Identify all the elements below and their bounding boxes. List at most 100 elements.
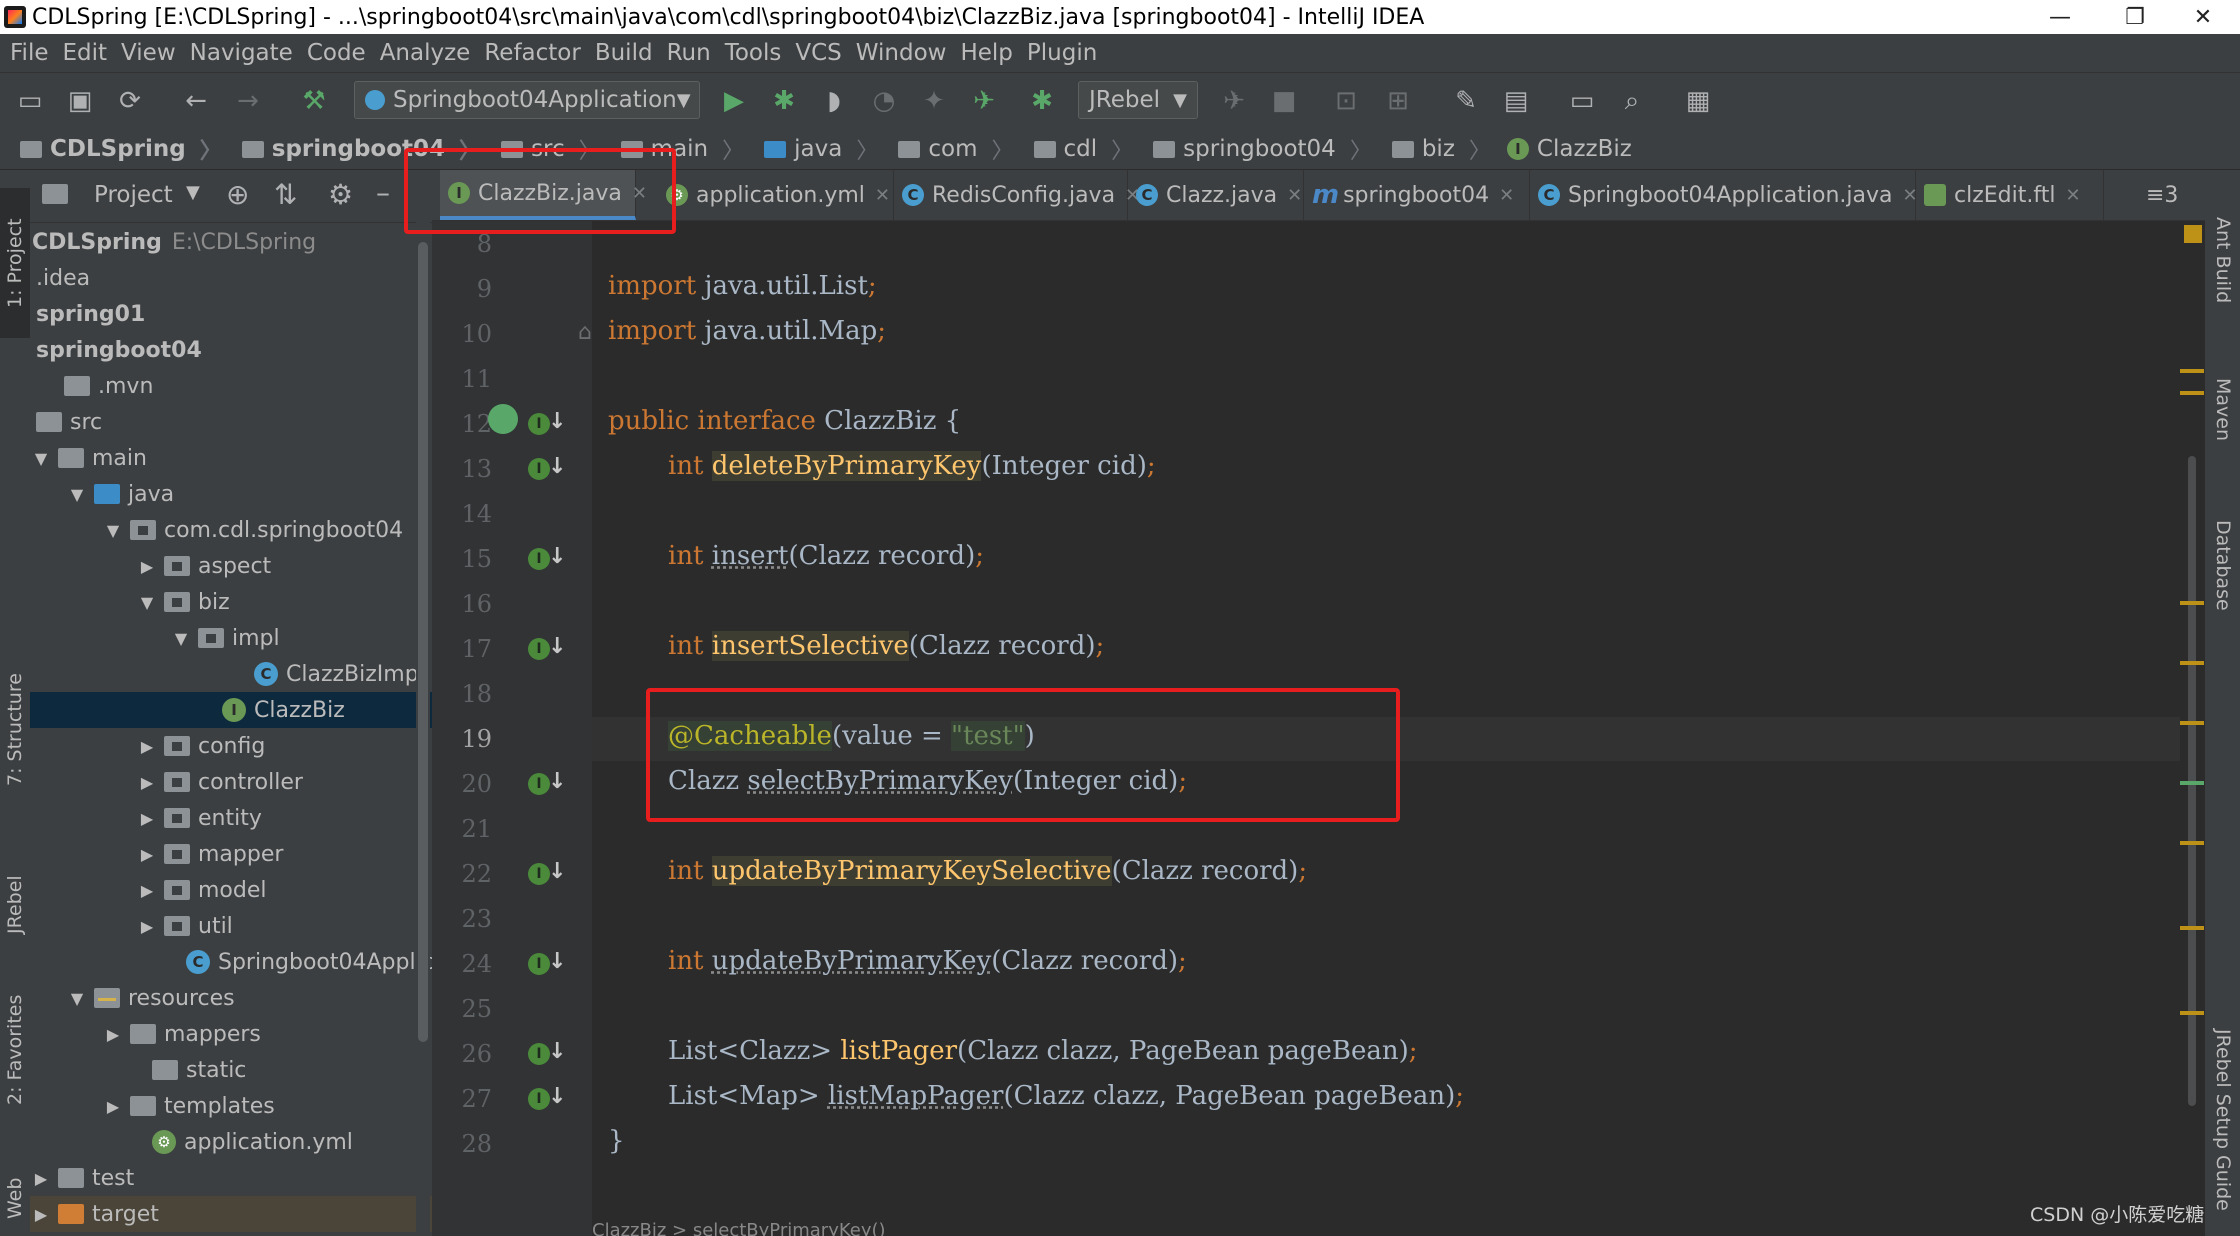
- tree-item[interactable]: ▶ entity: [30, 800, 432, 836]
- menu-run[interactable]: Run: [667, 40, 711, 66]
- tab-clzedit-ftl[interactable]: clzEdit.ftl ✕: [1916, 170, 2104, 220]
- tree-item[interactable]: ▶ model: [30, 872, 432, 908]
- expand-arrow-icon[interactable]: ▼: [102, 521, 124, 540]
- close-icon[interactable]: ✕: [1499, 185, 1514, 206]
- tool-tab-jrebel-setup-guide[interactable]: JRebel Setup Guide: [2208, 1010, 2238, 1230]
- crumb-cdl[interactable]: cdl 〉: [1014, 133, 1133, 165]
- crumb-clazzbiz[interactable]: I ClazzBiz: [1491, 136, 1632, 162]
- tree-item[interactable]: ▶ mappers: [30, 1016, 432, 1052]
- tree-item[interactable]: ▶ aspect: [30, 548, 432, 584]
- run-icon[interactable]: ▶: [718, 85, 750, 117]
- implemented-gutter-icon[interactable]: I: [528, 949, 566, 975]
- attach-icon[interactable]: ✦: [918, 85, 950, 117]
- sync-icon[interactable]: ⟳: [114, 85, 146, 117]
- tree-item[interactable]: src: [30, 404, 432, 440]
- tool-tab-database[interactable]: Database: [2208, 490, 2238, 640]
- presentation-icon[interactable]: ▦: [1682, 85, 1714, 117]
- forward-icon[interactable]: →: [232, 85, 264, 117]
- back-icon[interactable]: ←: [180, 85, 212, 117]
- menu-tools[interactable]: Tools: [725, 40, 782, 66]
- tab-redisconfig[interactable]: C RedisConfig.java ✕: [894, 170, 1140, 220]
- close-window-button[interactable]: ✕: [2168, 0, 2238, 34]
- error-stripe-mark[interactable]: [2180, 601, 2204, 605]
- close-icon[interactable]: ✕: [875, 185, 890, 206]
- tab-application-yml[interactable]: ⚙ application.yml ✕: [658, 170, 894, 220]
- menu-plugin[interactable]: Plugin: [1027, 40, 1097, 66]
- tab-springboot04-pom[interactable]: m springboot04 ✕: [1304, 170, 1530, 220]
- menu-file[interactable]: File: [10, 40, 49, 66]
- tree-item[interactable]: CSpringboot04Application: [30, 944, 432, 980]
- tool-tab-favorites[interactable]: 2: Favorites: [0, 980, 30, 1120]
- expand-arrow-icon[interactable]: ▶: [136, 917, 158, 936]
- expand-arrow-icon[interactable]: ▶: [136, 881, 158, 900]
- scrollbar-thumb[interactable]: [418, 242, 428, 1042]
- tool-tab-maven[interactable]: Maven: [2208, 350, 2238, 470]
- tool-tab-structure[interactable]: 7: Structure: [0, 660, 30, 800]
- tool-tab-jrebel[interactable]: JRebel: [0, 850, 30, 960]
- tool-tab-project[interactable]: 1: Project: [0, 188, 30, 338]
- menu-window[interactable]: Window: [856, 40, 947, 66]
- hide-panel-icon[interactable]: –: [376, 176, 390, 209]
- error-stripe-mark[interactable]: [2180, 1011, 2204, 1015]
- tree-item[interactable]: ▼ impl: [30, 620, 432, 656]
- tree-item[interactable]: .mvn: [30, 368, 432, 404]
- implemented-gutter-icon[interactable]: I: [528, 409, 566, 435]
- project-panel-title[interactable]: Project: [94, 182, 173, 208]
- close-icon[interactable]: ✕: [2065, 185, 2080, 206]
- restore-button[interactable]: ❐: [2100, 0, 2170, 34]
- crumb-project[interactable]: CDLSpring 〉: [0, 133, 222, 165]
- build-hammer-icon[interactable]: ⚒: [298, 85, 330, 117]
- error-stripe-mark[interactable]: [2180, 391, 2204, 395]
- tree-item-selected[interactable]: I ClazzBiz: [30, 692, 432, 728]
- stop-icon[interactable]: ■: [1268, 85, 1300, 117]
- deploy-icon[interactable]: ⊡: [1330, 85, 1362, 117]
- tree-item[interactable]: ▼ main: [30, 440, 432, 476]
- locate-target-icon[interactable]: ⊕: [226, 178, 249, 211]
- tree-item[interactable]: spring01: [30, 296, 432, 332]
- expand-arrow-icon[interactable]: ▼: [66, 485, 88, 504]
- project-structure-icon[interactable]: ▤: [1500, 85, 1532, 117]
- chevron-down-icon[interactable]: ▼: [186, 182, 200, 203]
- tree-item[interactable]: ▼ resources: [30, 980, 432, 1016]
- expand-arrow-icon[interactable]: ▶: [30, 1205, 52, 1224]
- tree-item[interactable]: ▼ java: [30, 476, 432, 512]
- change-stripe-mark[interactable]: [2180, 781, 2204, 785]
- tree-item[interactable]: ⚙ application.yml: [30, 1124, 432, 1160]
- implemented-gutter-icon[interactable]: I: [528, 1084, 566, 1110]
- tree-item[interactable]: ▼ biz: [30, 584, 432, 620]
- expand-arrow-icon[interactable]: ▼: [66, 989, 88, 1008]
- implemented-gutter-icon[interactable]: I: [528, 1039, 566, 1065]
- menu-code[interactable]: Code: [307, 40, 366, 66]
- jrebel-run-icon[interactable]: ✈: [968, 85, 1000, 117]
- error-stripe-mark[interactable]: [2180, 369, 2204, 373]
- menu-navigate[interactable]: Navigate: [190, 40, 293, 66]
- gear-icon[interactable]: ⚙: [328, 178, 353, 211]
- menu-analyze[interactable]: Analyze: [380, 40, 471, 66]
- jrebel-select[interactable]: JRebel ▼: [1078, 81, 1198, 119]
- crumb-com[interactable]: com 〉: [878, 133, 1014, 165]
- profile-icon[interactable]: ◔: [868, 85, 900, 117]
- expand-arrow-icon[interactable]: ▶: [136, 773, 158, 792]
- crumb-springboot04[interactable]: springboot04 〉: [1133, 133, 1372, 165]
- open-folder-icon[interactable]: ▭: [14, 85, 46, 117]
- tab-springboot04application[interactable]: C Springboot04Application.java ✕: [1530, 170, 1918, 220]
- tree-item[interactable]: CDLSpring E:\CDLSpring: [30, 224, 432, 260]
- implemented-gutter-icon[interactable]: I: [528, 544, 566, 570]
- coverage-icon[interactable]: ◗: [818, 85, 850, 117]
- minimize-button[interactable]: —: [2025, 0, 2095, 34]
- expand-arrow-icon[interactable]: ▶: [30, 1169, 52, 1188]
- expand-arrow-icon[interactable]: ▶: [136, 845, 158, 864]
- jrebel-update-icon[interactable]: ✈: [1218, 85, 1250, 117]
- project-scrollbar[interactable]: [416, 222, 430, 1236]
- expand-arrow-icon[interactable]: ▶: [136, 737, 158, 756]
- fold-marker-icon[interactable]: ⌂: [578, 320, 592, 345]
- debug-icon[interactable]: ✱: [768, 85, 800, 117]
- error-stripe-mark[interactable]: [2180, 841, 2204, 845]
- implemented-gutter-icon[interactable]: I: [528, 769, 566, 795]
- tree-item[interactable]: ▼ com.cdl.springboot04: [30, 512, 432, 548]
- expand-arrow-icon[interactable]: ▶: [136, 557, 158, 576]
- collapse-all-icon[interactable]: ⇅: [274, 178, 297, 211]
- expand-arrow-icon[interactable]: ▶: [102, 1025, 124, 1044]
- tree-item[interactable]: .idea: [30, 260, 432, 296]
- tree-item[interactable]: ▶ util: [30, 908, 432, 944]
